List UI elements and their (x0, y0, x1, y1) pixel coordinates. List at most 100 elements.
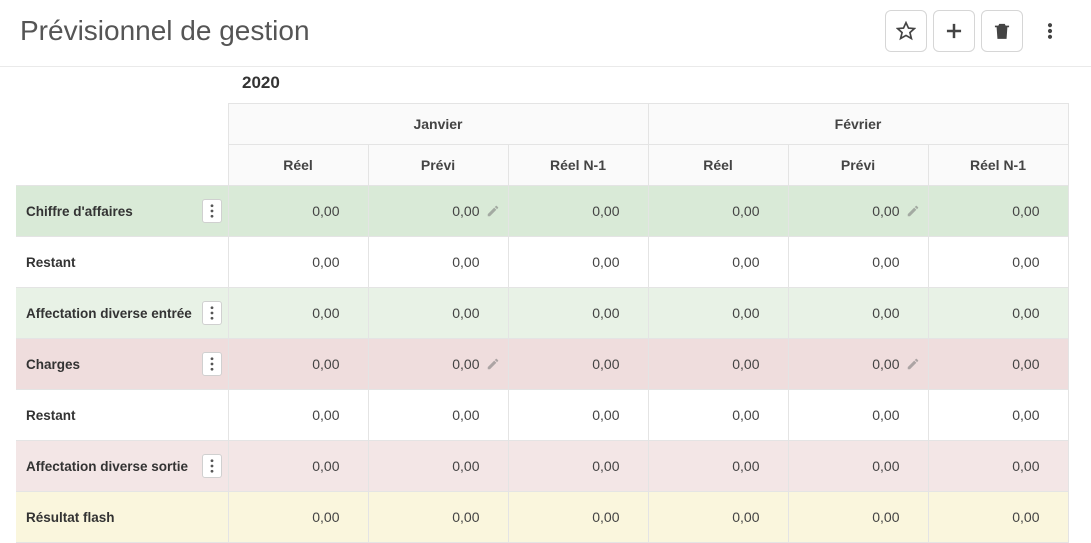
table-row: Résultat flash0,000,000,000,000,000,00 (16, 492, 1068, 543)
row-menu-button[interactable] (202, 352, 222, 376)
plus-icon (944, 21, 964, 41)
more-vertical-icon (210, 459, 214, 473)
value-cell: 0,00 (368, 492, 508, 543)
value-cell: 0,00 (368, 186, 508, 237)
page-title: Prévisionnel de gestion (20, 15, 885, 47)
sub-header: Réel (648, 145, 788, 186)
pencil-icon (486, 204, 500, 218)
month-header: Février (648, 104, 1068, 145)
value-cell: 0,00 (648, 288, 788, 339)
value-cell: 0,00 (508, 288, 648, 339)
cell-value: 0,00 (312, 356, 339, 372)
table-row: Chiffre d'affaires0,000,000,000,000,000,… (16, 186, 1068, 237)
value-cell: 0,00 (648, 237, 788, 288)
row-label-text: Résultat flash (26, 510, 115, 525)
cell-value: 0,00 (312, 203, 339, 219)
table-row: Affectation diverse sortie 0,00 0,00 0,00 0,… (16, 441, 1068, 492)
header-bar: Prévisionnel de gestion (0, 0, 1091, 67)
value-cell: 0,00 (228, 492, 368, 543)
row-label: Chiffre d'affaires (16, 186, 228, 237)
value-cell: 0,00 (928, 237, 1068, 288)
value-cell: 0,00 (928, 339, 1068, 390)
row-label-text: Affectation diverse entrée (26, 306, 192, 321)
cell-value: 0,00 (452, 509, 479, 525)
value-cell: 0,00 (648, 390, 788, 441)
cell-value: 0,00 (452, 203, 479, 219)
table-row: Charges0,000,000,000,000,000,00 (16, 339, 1068, 390)
cell-value: 0,00 (872, 254, 899, 270)
row-label: Résultat flash (16, 492, 228, 543)
corner-header (16, 104, 228, 186)
table-row: Restant 0,00 0,00 0,00 0,00 0,00 0,00 (16, 237, 1068, 288)
value-cell: 0,00 (228, 237, 368, 288)
cell-value: 0,00 (312, 458, 339, 474)
row-menu-button[interactable] (202, 199, 222, 223)
value-cell: 0,00 (508, 441, 648, 492)
cell-value: 0,00 (732, 407, 759, 423)
value-cell: 0,00 (508, 186, 648, 237)
cell-value: 0,00 (592, 458, 619, 474)
edit-button[interactable] (486, 357, 500, 371)
cell-value: 0,00 (452, 254, 479, 270)
header-actions (885, 10, 1071, 52)
value-cell: 0,00 (228, 186, 368, 237)
value-cell: 0,00 (928, 288, 1068, 339)
value-cell: 0,00 (508, 237, 648, 288)
cell-value: 0,00 (312, 407, 339, 423)
more-vertical-icon (1040, 21, 1060, 41)
sub-header: Réel N-1 (928, 145, 1068, 186)
table-row: Affectation diverse entrée 0,00 0,00 0,00 0,… (16, 288, 1068, 339)
sub-header: Réel N-1 (508, 145, 648, 186)
value-cell: 0,00 (228, 390, 368, 441)
value-cell: 0,00 (368, 441, 508, 492)
value-cell: 0,00 (788, 288, 928, 339)
content-area: 2020 Janvier Février Réel Prévi Réel N-1… (0, 67, 1091, 543)
cell-value: 0,00 (312, 254, 339, 270)
edit-button[interactable] (906, 204, 920, 218)
value-cell: 0,00 (788, 186, 928, 237)
cell-value: 0,00 (732, 254, 759, 270)
edit-button[interactable] (486, 204, 500, 218)
table-row: Restant0,000,000,000,000,000,00 (16, 390, 1068, 441)
value-cell: 0,00 (788, 237, 928, 288)
row-label: Affectation diverse entrée (16, 288, 228, 339)
value-cell: 0,00 (228, 339, 368, 390)
cell-value: 0,00 (592, 407, 619, 423)
cell-value: 0,00 (1012, 305, 1039, 321)
value-cell: 0,00 (368, 237, 508, 288)
value-cell: 0,00 (648, 339, 788, 390)
delete-button[interactable] (981, 10, 1023, 52)
cell-value: 0,00 (592, 509, 619, 525)
row-label: Restant (16, 237, 228, 288)
cell-value: 0,00 (872, 458, 899, 474)
cell-value: 0,00 (452, 458, 479, 474)
table-wrap: Janvier Février Réel Prévi Réel N-1 Réel… (16, 103, 1091, 543)
row-menu-button[interactable] (202, 454, 222, 478)
star-button[interactable] (885, 10, 927, 52)
edit-button[interactable] (906, 357, 920, 371)
year-label: 2020 (16, 67, 1091, 103)
sub-header: Réel (228, 145, 368, 186)
add-button[interactable] (933, 10, 975, 52)
value-cell: 0,00 (508, 390, 648, 441)
cell-value: 0,00 (1012, 356, 1039, 372)
cell-value: 0,00 (872, 203, 899, 219)
cell-value: 0,00 (732, 305, 759, 321)
value-cell: 0,00 (648, 186, 788, 237)
value-cell: 0,00 (928, 390, 1068, 441)
pencil-icon (486, 357, 500, 371)
cell-value: 0,00 (312, 509, 339, 525)
row-label-text: Affectation diverse sortie (26, 459, 188, 474)
row-label-text: Restant (26, 255, 76, 270)
trash-icon (992, 21, 1012, 41)
value-cell: 0,00 (788, 339, 928, 390)
cell-value: 0,00 (732, 509, 759, 525)
value-cell: 0,00 (648, 441, 788, 492)
more-button[interactable] (1029, 10, 1071, 52)
row-label-text: Charges (26, 357, 80, 372)
cell-value: 0,00 (312, 305, 339, 321)
cell-value: 0,00 (1012, 407, 1039, 423)
value-cell: 0,00 (368, 339, 508, 390)
row-menu-button[interactable] (202, 301, 222, 325)
cell-value: 0,00 (592, 305, 619, 321)
